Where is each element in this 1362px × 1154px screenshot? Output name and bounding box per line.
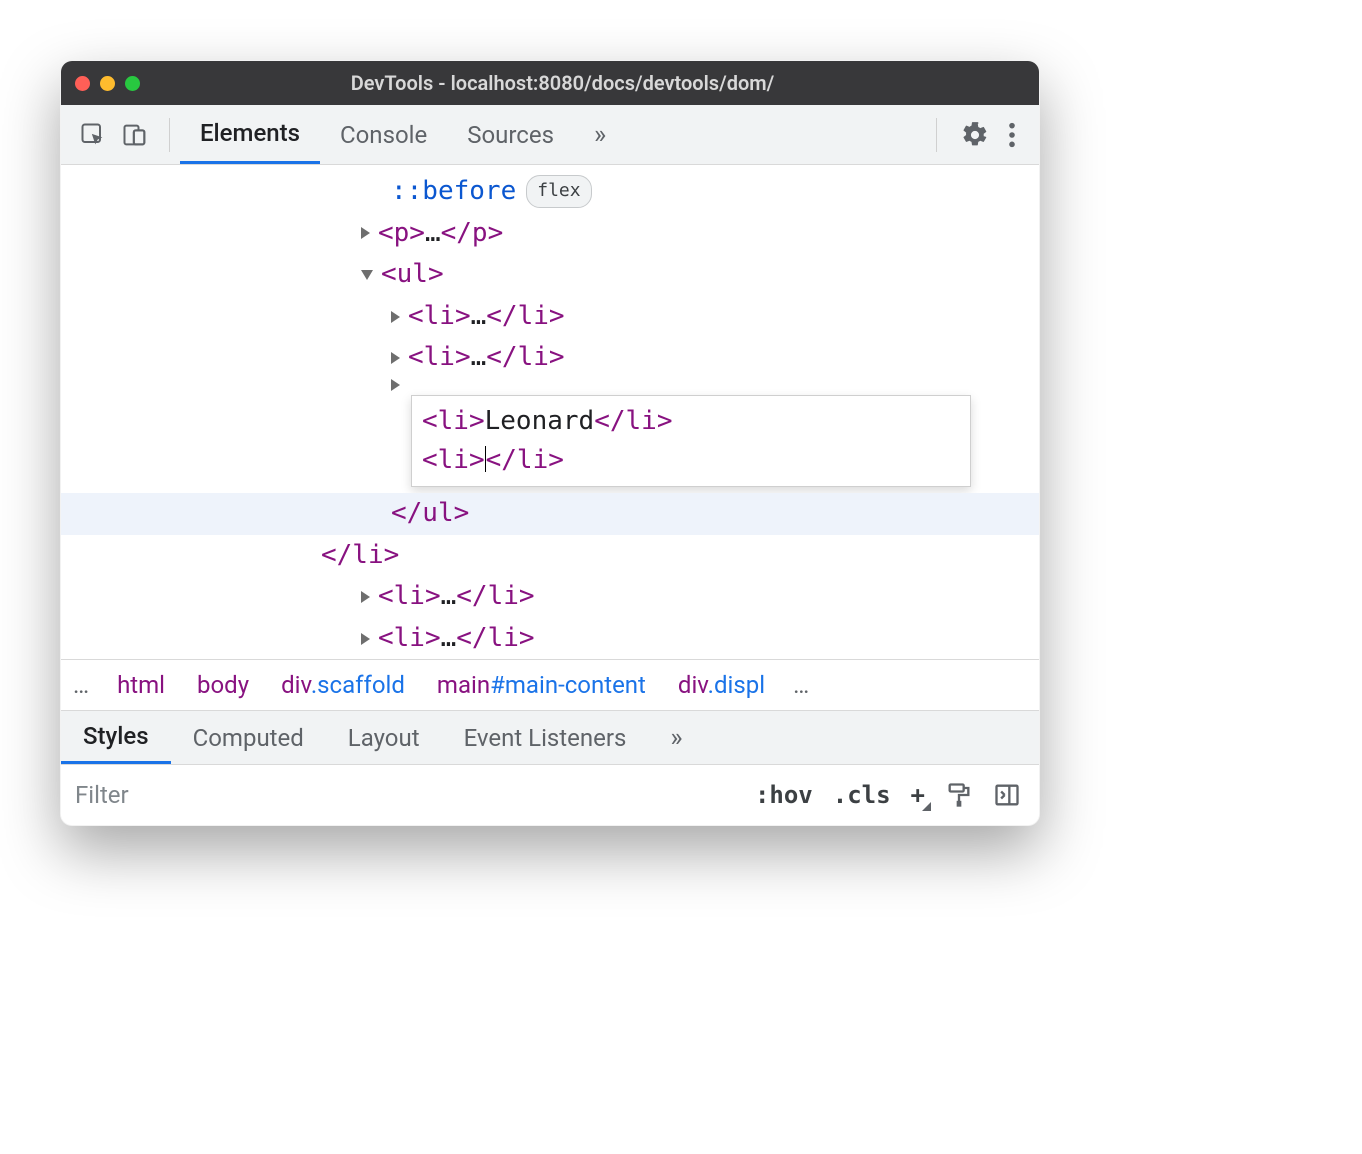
toggle-hover-button[interactable]: :hov bbox=[755, 781, 813, 809]
dom-node-li[interactable]: <li>…</li> bbox=[61, 337, 1039, 379]
styles-filter-input[interactable] bbox=[69, 773, 745, 817]
breadcrumb-item[interactable]: div.displ bbox=[662, 671, 781, 699]
tab-elements[interactable]: Elements bbox=[180, 105, 320, 164]
breadcrumb-overflow-right[interactable]: … bbox=[781, 671, 821, 699]
tag-close: </li> bbox=[486, 296, 564, 338]
flex-badge[interactable]: flex bbox=[526, 175, 591, 208]
expand-arrow-icon[interactable] bbox=[391, 311, 400, 323]
elements-dom-tree[interactable]: ::before flex <p>…</p> <ul> <li>…</li> <… bbox=[61, 165, 1039, 659]
inspect-element-icon[interactable] bbox=[79, 121, 107, 149]
tag-open: <li> bbox=[408, 296, 471, 338]
toolbar-divider bbox=[169, 118, 170, 152]
tabs-overflow-button[interactable]: » bbox=[574, 105, 626, 164]
collapse-arrow-icon[interactable] bbox=[361, 270, 373, 280]
toolbar-divider-right bbox=[936, 118, 937, 152]
tag-open: <li> bbox=[378, 618, 441, 660]
tag-close: </ul> bbox=[391, 493, 469, 535]
breadcrumb-label: div bbox=[678, 671, 708, 699]
tag-open: <li> bbox=[422, 406, 485, 436]
dom-node-li-editing[interactable] bbox=[61, 379, 1039, 391]
ellipsis: … bbox=[471, 337, 487, 379]
breadcrumb-label: html bbox=[117, 671, 165, 699]
close-window-button[interactable] bbox=[75, 76, 90, 91]
tag-close: </li> bbox=[594, 406, 672, 436]
edit-line-1: <li>Leonard</li> bbox=[422, 402, 960, 441]
tab-sources[interactable]: Sources bbox=[447, 105, 574, 164]
dom-node-pseudo-before[interactable]: ::before flex bbox=[61, 171, 1039, 213]
subtab-event-listeners[interactable]: Event Listeners bbox=[442, 711, 649, 764]
dom-node-li-outer-close[interactable]: </li> bbox=[61, 535, 1039, 577]
computed-sidebar-toggle-icon[interactable] bbox=[993, 781, 1021, 809]
breadcrumb-item[interactable]: main#main-content bbox=[421, 671, 662, 699]
panel-tabs: Elements Console Sources » bbox=[180, 105, 926, 164]
window-titlebar: DevTools - localhost:8080/docs/devtools/… bbox=[61, 61, 1039, 105]
main-toolbar: Elements Console Sources » bbox=[61, 105, 1039, 165]
new-style-rule-button[interactable]: + bbox=[911, 781, 925, 809]
expand-arrow-icon[interactable] bbox=[391, 379, 400, 391]
dom-node-li[interactable]: <li>…</li> bbox=[61, 296, 1039, 338]
tag-open: <p> bbox=[378, 213, 425, 255]
device-toggle-icon[interactable] bbox=[121, 121, 149, 149]
edit-line-2: <li></li> bbox=[422, 441, 960, 480]
ellipsis: … bbox=[441, 618, 457, 660]
dropdown-corner-icon bbox=[922, 802, 931, 811]
breadcrumb-item[interactable]: body bbox=[181, 671, 265, 699]
breadcrumb-overflow-left[interactable]: … bbox=[61, 671, 101, 699]
subtab-computed[interactable]: Computed bbox=[171, 711, 326, 764]
tag-open: <li> bbox=[422, 445, 485, 475]
dom-node-li[interactable]: <li>…</li> bbox=[61, 618, 1039, 660]
tag-open: <li> bbox=[408, 337, 471, 379]
tag-close: </li> bbox=[486, 445, 564, 475]
subtab-styles[interactable]: Styles bbox=[61, 711, 171, 764]
tag-open: <li> bbox=[378, 576, 441, 618]
html-edit-box[interactable]: <li>Leonard</li> <li></li> bbox=[411, 395, 971, 487]
subtabs-overflow-button[interactable]: » bbox=[648, 711, 704, 764]
ellipsis: … bbox=[471, 296, 487, 338]
dom-node-p[interactable]: <p>…</p> bbox=[61, 213, 1039, 255]
breadcrumb-item[interactable]: html bbox=[101, 671, 181, 699]
tab-console[interactable]: Console bbox=[320, 105, 447, 164]
styles-subtabs: Styles Computed Layout Event Listeners » bbox=[61, 711, 1039, 765]
dom-node-li[interactable]: <li>…</li> bbox=[61, 576, 1039, 618]
expand-arrow-icon[interactable] bbox=[361, 633, 370, 645]
styles-filter-bar: :hov .cls + bbox=[61, 765, 1039, 825]
breadcrumb-item[interactable]: div.scaffold bbox=[265, 671, 421, 699]
expand-arrow-icon[interactable] bbox=[391, 352, 400, 364]
dom-breadcrumbs: … html body div.scaffold main#main-conte… bbox=[61, 659, 1039, 711]
ellipsis: … bbox=[425, 213, 441, 255]
breadcrumb-label: div bbox=[281, 671, 311, 699]
tag-close: </p> bbox=[441, 213, 504, 255]
dom-node-ul[interactable]: <ul> bbox=[61, 254, 1039, 296]
settings-gear-icon[interactable] bbox=[961, 121, 989, 149]
tag-close: </li> bbox=[486, 337, 564, 379]
subtab-layout[interactable]: Layout bbox=[326, 711, 442, 764]
tag-open: <ul> bbox=[381, 254, 444, 296]
tag-close: </li> bbox=[456, 618, 534, 660]
dom-node-ul-close[interactable]: </ul> bbox=[61, 493, 1039, 535]
breadcrumb-selector: #main-content bbox=[490, 671, 646, 699]
breadcrumb-selector: .scaffold bbox=[311, 671, 405, 699]
expand-arrow-icon[interactable] bbox=[361, 591, 370, 603]
window-title: DevTools - localhost:8080/docs/devtools/… bbox=[100, 71, 1025, 95]
breadcrumb-selector: .displ bbox=[708, 671, 765, 699]
devtools-window: DevTools - localhost:8080/docs/devtools/… bbox=[60, 60, 1040, 826]
ellipsis: … bbox=[441, 576, 457, 618]
breadcrumb-label: main bbox=[437, 671, 490, 699]
node-text: Leonard bbox=[485, 406, 595, 436]
more-menu-icon[interactable] bbox=[1007, 121, 1017, 149]
paint-format-icon[interactable] bbox=[945, 781, 973, 809]
expand-arrow-icon[interactable] bbox=[361, 227, 370, 239]
tag-close: </li> bbox=[321, 535, 399, 577]
breadcrumb-label: body bbox=[197, 671, 249, 699]
toggle-classes-button[interactable]: .cls bbox=[833, 781, 891, 809]
pseudo-element-label: ::before bbox=[391, 171, 516, 213]
tag-close: </li> bbox=[456, 576, 534, 618]
